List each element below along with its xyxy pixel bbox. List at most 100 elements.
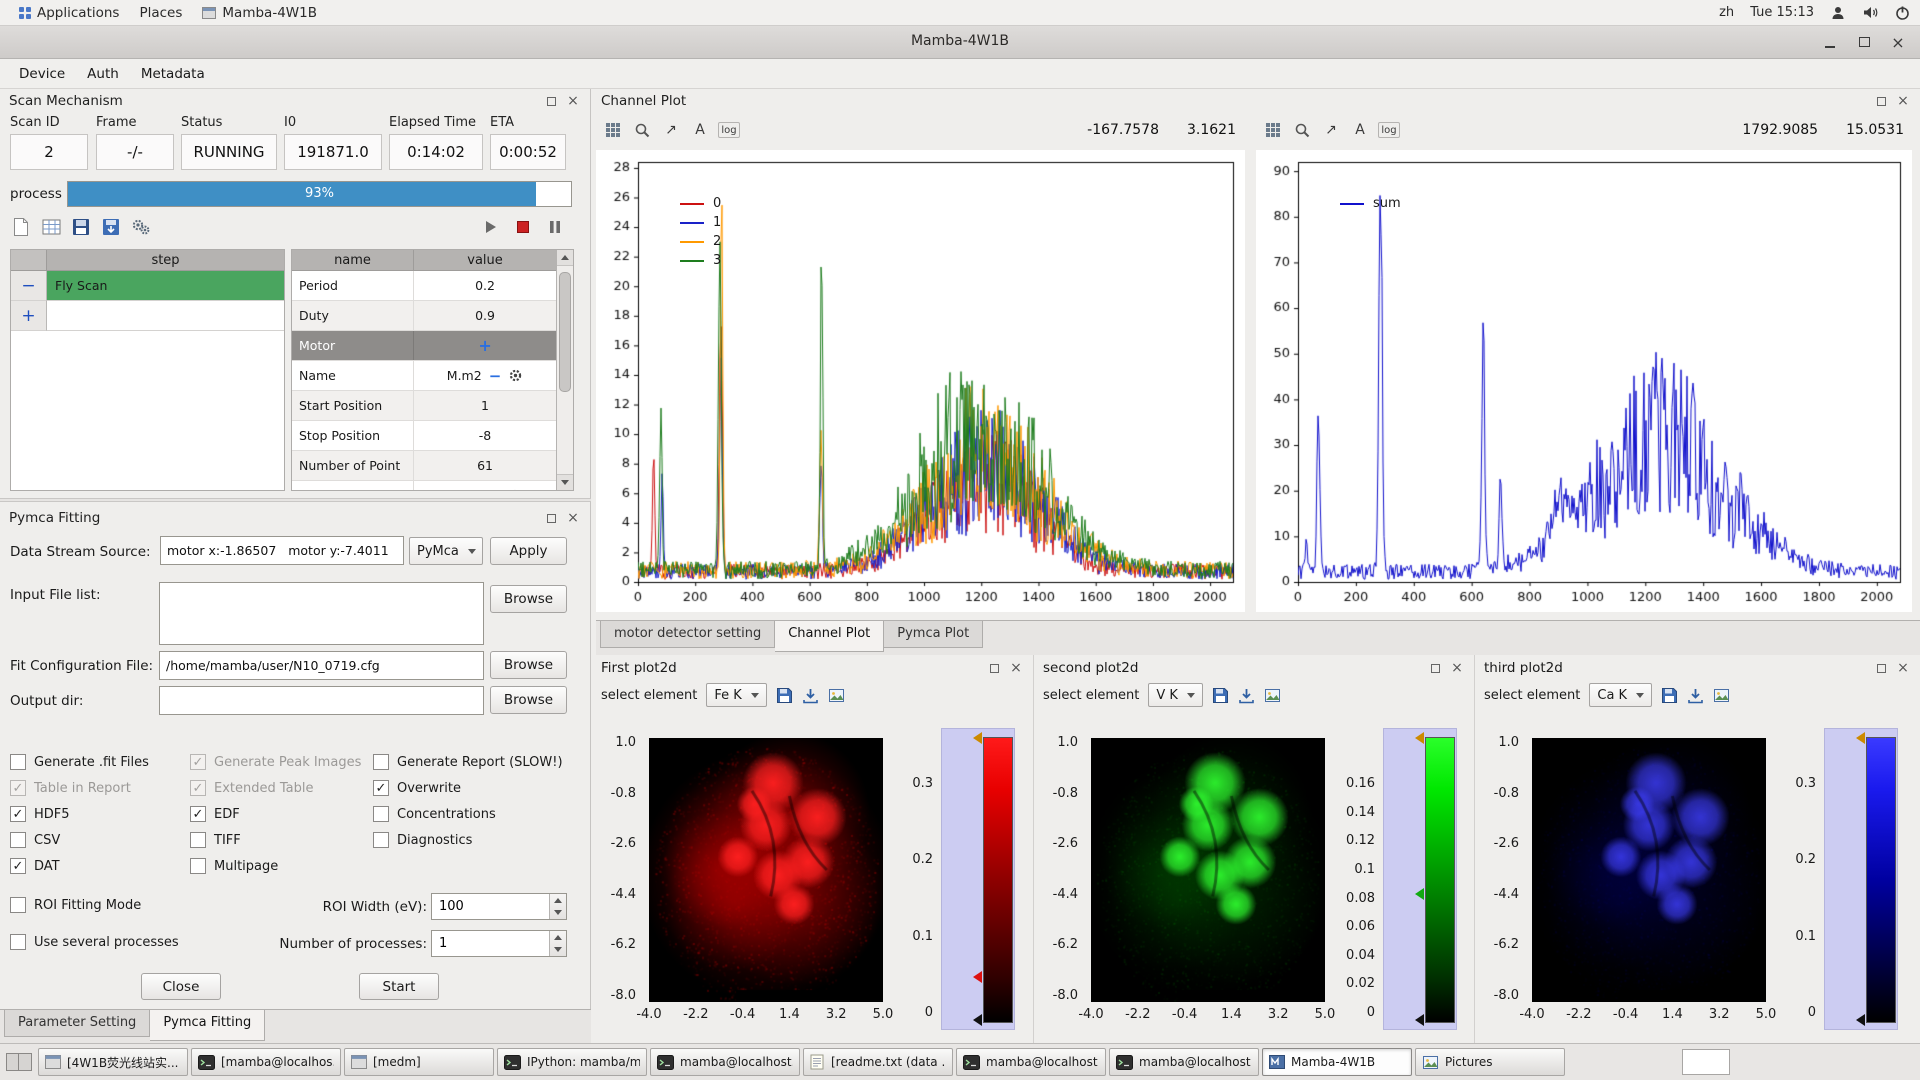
zoom-button[interactable] [1291,119,1313,141]
colorbar-marker[interactable] [973,1014,982,1026]
param-table-scrollbar[interactable] [556,250,573,490]
scroll-up-button[interactable] [557,250,573,266]
taskbar-item-mamba-localhost[interactable]: mamba@localhost:~ [1109,1048,1259,1076]
param-row[interactable]: NameM.m1− [292,481,556,490]
checkbox-dat[interactable]: ✓DAT [10,856,60,876]
checkbox-box[interactable]: ✓ [10,806,26,822]
checkbox-box[interactable] [10,897,26,913]
save-image-button[interactable] [1212,687,1229,704]
checkbox-generate-peak-images[interactable]: ✓Generate Peak Images [190,752,361,772]
autoscale-button[interactable]: A [689,119,711,141]
menu-auth[interactable]: Auth [76,62,130,86]
colorbar[interactable] [1383,728,1457,1030]
dock-float-icon[interactable] [1873,93,1889,109]
taskbar-item-4w1b[interactable]: [4W1B荧光线站实... [38,1048,188,1076]
roi-width-spinbox[interactable] [431,893,567,920]
menu-device[interactable]: Device [8,62,76,86]
remove-motor-button[interactable]: − [489,487,502,491]
places-menu[interactable]: Places [130,3,191,23]
checkbox-extended-table[interactable]: ✓Extended Table [190,778,314,798]
export-button[interactable] [98,214,124,240]
scroll-down-button[interactable] [557,474,573,490]
element-combobox[interactable]: Fe K [706,683,766,707]
checkbox-box[interactable] [190,832,206,848]
taskbar-widget[interactable] [1682,1049,1730,1075]
checkbox-overwrite[interactable]: ✓Overwrite [373,778,461,798]
browse-input-files-button[interactable]: Browse [490,585,567,613]
workspace-switcher[interactable] [6,1053,32,1071]
colorbar-marker[interactable] [973,971,982,983]
checkbox-box[interactable] [10,934,26,950]
checkbox-hdf5[interactable]: ✓HDF5 [10,804,70,824]
tab-pymca-fitting[interactable]: Pymca Fitting [150,1010,265,1041]
taskbar-item-readme-txt-data[interactable]: [readme.txt (data ... [803,1048,953,1076]
grid-button[interactable] [602,119,624,141]
input-file-list[interactable] [159,582,484,645]
dock-float-icon[interactable] [1427,660,1443,676]
dock-close-icon[interactable]: × [1449,660,1465,676]
taskbar-item-mamba-4w1b[interactable]: Mamba-4W1B [1262,1048,1412,1076]
remove-motor-button[interactable]: − [489,367,502,385]
pause-button[interactable] [542,214,568,240]
fit-config-input[interactable] [159,651,484,680]
apply-button[interactable]: Apply [490,537,567,565]
taskbar-item-pictures[interactable]: Pictures [1415,1048,1565,1076]
copy-image-button[interactable] [1713,687,1730,704]
checkbox-diagnostics[interactable]: Diagnostics [373,830,472,850]
grid-button[interactable] [1262,119,1284,141]
volume-icon[interactable] [1862,5,1879,20]
map-image-canvas[interactable] [1532,738,1766,1002]
param-row[interactable]: Period0.2 [292,271,556,301]
element-combobox[interactable]: Ca K [1589,683,1652,707]
spin-down-button[interactable] [550,944,566,957]
checkbox-use-several-processes[interactable]: Use several processes [10,932,179,952]
add-motor-button[interactable]: + [478,336,491,355]
checkbox-concentrations[interactable]: Concentrations [373,804,496,824]
checkbox-box[interactable]: ✓ [10,780,26,796]
menu-metadata[interactable]: Metadata [130,62,216,86]
param-row[interactable]: Number of Point61 [292,451,556,481]
browse-output-dir-button[interactable]: Browse [490,686,567,714]
dock-close-icon[interactable]: × [1895,93,1911,109]
roi-width-input[interactable] [432,894,549,919]
map-image-canvas[interactable] [1091,738,1325,1002]
export-data-button[interactable] [1238,687,1255,704]
param-row[interactable]: Start Position1 [292,391,556,421]
taskbar-item-ipython-mamba-m[interactable]: IPython: mamba/m... [497,1048,647,1076]
checkbox-box[interactable] [373,754,389,770]
minimize-button[interactable] [1816,30,1844,54]
dock-float-icon[interactable] [1873,660,1889,676]
dock-close-icon[interactable]: × [565,510,581,526]
add-step-button[interactable]: + [11,301,47,331]
checkbox-box[interactable]: ✓ [373,780,389,796]
checkbox-table-in-report[interactable]: ✓Table in Report [10,778,131,798]
num-processes-input[interactable] [432,931,549,956]
tab-channel-plot[interactable]: Channel Plot [775,621,884,652]
checkbox-box[interactable] [190,858,206,874]
dock-close-icon[interactable]: × [1008,660,1024,676]
new-scan-button[interactable] [8,214,34,240]
step-row[interactable]: −Fly Scan [11,271,284,301]
colorbar-marker[interactable] [973,732,982,744]
colorbar-marker[interactable] [1415,888,1424,900]
export-data-button[interactable] [802,687,819,704]
zoom-button[interactable] [631,119,653,141]
data-stream-source-input[interactable] [160,536,404,565]
checkbox-box[interactable] [373,806,389,822]
tab-parameter-setting[interactable]: Parameter Setting [4,1010,150,1037]
checkbox-box[interactable] [10,754,26,770]
step-cell[interactable]: Fly Scan [47,271,284,301]
tab-motor-detector-setting[interactable]: motor detector setting [600,621,775,648]
output-dir-input[interactable] [159,686,484,715]
clock[interactable]: Tue 15:13 [1750,5,1814,20]
param-row[interactable]: NameM.m2− [292,361,556,391]
colorbar[interactable] [1824,728,1898,1030]
colorbar-marker[interactable] [1415,732,1424,744]
expand-button[interactable]: ↗ [660,119,682,141]
dock-close-icon[interactable]: × [565,93,581,109]
edit-table-button[interactable] [38,214,64,240]
spin-up-button[interactable] [550,894,566,907]
checkbox-box[interactable] [10,832,26,848]
param-row[interactable]: Duty0.9 [292,301,556,331]
taskbar-item-mamba-localhos[interactable]: [mamba@localhos... [191,1048,341,1076]
